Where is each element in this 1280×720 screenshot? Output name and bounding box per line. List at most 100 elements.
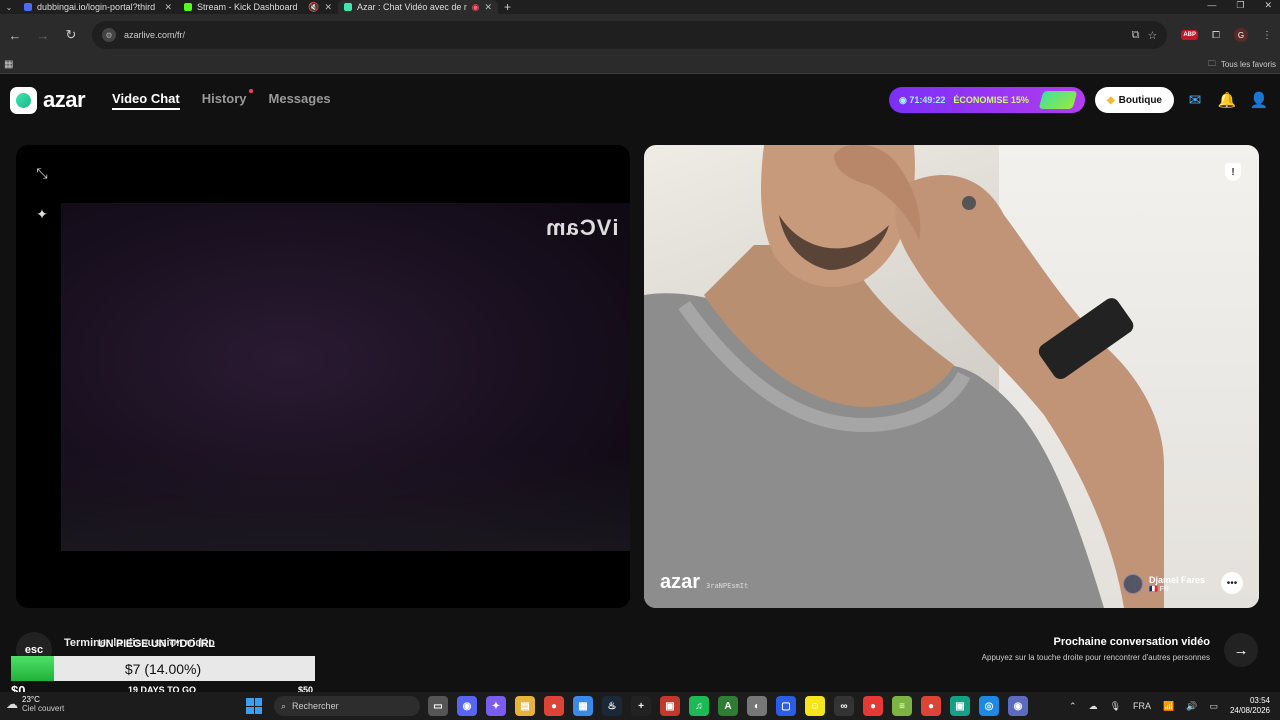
forward-icon[interactable]: → (36, 28, 50, 43)
promo-text: ÉCONOMISE 15% (953, 95, 1029, 105)
app-dark-icon[interactable]: ∞ (834, 696, 854, 716)
mail-icon[interactable]: ✉ (1184, 89, 1206, 111)
cast-icon[interactable]: ⧉ (1132, 29, 1140, 42)
language-indicator[interactable]: FRA (1133, 701, 1151, 711)
omnibox[interactable]: ⚙ azarlive.com/fr/ ⧉ ☆ (92, 21, 1168, 49)
window-controls: — ❐ ✕ (1207, 0, 1272, 11)
azar-logo[interactable]: azar (10, 86, 86, 114)
header-actions: ◉ 71:49:22 ÉCONOMISE 15% ◆ Boutique ✉ 🔔 … (888, 87, 1270, 113)
tab-favicon-icon (344, 3, 352, 11)
recording-icon: ◉ (471, 1, 480, 12)
bookmarks-bar: ▦ 🗀 Tous les favoris (0, 56, 1280, 74)
battery-icon[interactable]: ▭ (1209, 701, 1218, 712)
steam-icon[interactable]: ♨ (602, 696, 622, 716)
app-blue-3-icon[interactable]: ◉ (1008, 696, 1028, 716)
address-bar: ← → ↻ ⚙ azarlive.com/fr/ ⧉ ☆ ABP ⧠ G ⋮ (0, 14, 1280, 56)
bell-icon[interactable]: 🔔 (1216, 89, 1238, 111)
new-tab-button[interactable]: + (504, 0, 511, 14)
tab-favicon-icon (24, 3, 32, 11)
spotify-icon[interactable]: ♫ (689, 696, 709, 716)
promo-banner[interactable]: ◉ 71:49:22 ÉCONOMISE 15% (888, 87, 1085, 113)
bookmark-star-icon[interactable]: ☆ (1147, 29, 1157, 42)
task-view-icon[interactable]: ▭ (428, 696, 448, 716)
tab-kick[interactable]: Stream - Kick Dashboard 🔇 ✕ (178, 0, 338, 14)
next-chat-arrow-icon[interactable]: → (1224, 633, 1258, 667)
site-info-icon[interactable]: ⚙ (102, 28, 116, 42)
app-record-icon[interactable]: ● (863, 696, 883, 716)
promo-timer: ◉ 71:49:22 (898, 94, 946, 105)
chevron-up-icon[interactable]: ⌃ (1069, 701, 1077, 712)
start-button[interactable] (246, 698, 262, 714)
onedrive-icon[interactable]: ☁ (1089, 701, 1098, 712)
weather-widget[interactable]: ☁ 23°C Ciel couvert (6, 695, 64, 713)
collapse-icon[interactable]: ⤡ (34, 165, 50, 181)
extensions-icon[interactable]: ⧠ (1212, 30, 1220, 41)
nav-messages[interactable]: Messages (269, 91, 331, 110)
all-bookmarks[interactable]: 🗀 Tous les favoris (1208, 58, 1276, 72)
clock[interactable]: 03:54 24/08/2026 (1230, 696, 1270, 716)
app-blue-2-icon[interactable]: ◎ (979, 696, 999, 716)
app-layers-icon[interactable]: ≡ (892, 696, 912, 716)
add-app-icon[interactable]: + (631, 696, 651, 716)
browser-tab-strip: ⌄ dubbingai.io/login-portal?third ✕ Stre… (0, 0, 1280, 14)
cloud-icon: ☁ (6, 697, 18, 711)
magic-wand-icon[interactable]: ✦ (34, 206, 50, 222)
clock-time: 03:54 (1249, 696, 1270, 705)
tab-azar[interactable]: Azar : Chat Vidéo avec de n ◉ ✕ (338, 0, 498, 14)
chrome-icon[interactable]: ● (544, 696, 564, 716)
my-camera-feed: iVCam (61, 203, 630, 551)
copilot-icon[interactable]: ✦ (486, 696, 506, 716)
watermark-id: 3raNPEsmIt (706, 582, 749, 590)
snapchat-icon[interactable]: ☺ (805, 696, 825, 716)
app-teal-icon[interactable]: ▣ (950, 696, 970, 716)
folder-icon: 🗀 (1207, 58, 1216, 68)
tab-close-icon[interactable]: ✕ (164, 2, 172, 13)
app-green-icon[interactable]: A (718, 696, 738, 716)
azar-logo-icon (10, 86, 37, 114)
app-blue-icon[interactable]: ▢ (776, 696, 796, 716)
tab-favicon-icon (184, 3, 192, 11)
browser-menu-icon[interactable]: ⋮ (1262, 30, 1272, 41)
back-icon[interactable]: ← (8, 28, 22, 43)
user-profile-icon[interactable]: 👤 (1248, 89, 1270, 111)
chat-bubble-icon[interactable]: ••• (1221, 572, 1243, 594)
close-window-icon[interactable]: ✕ (1264, 0, 1272, 11)
peer-avatar (1122, 574, 1143, 594)
discord-icon[interactable]: ◉ (457, 696, 477, 716)
reload-icon[interactable]: ↻ (64, 27, 78, 43)
file-explorer-icon[interactable]: ▤ (515, 696, 535, 716)
boutique-button[interactable]: ◆ Boutique (1094, 87, 1174, 113)
app-red-icon[interactable]: ▣ (660, 696, 680, 716)
store-icon[interactable]: ▦ (573, 696, 593, 716)
profile-avatar[interactable]: G (1234, 28, 1248, 42)
boutique-label: Boutique (1118, 94, 1162, 106)
chrome-2-icon[interactable]: ● (921, 696, 941, 716)
ivcam-watermark: iVCam (544, 215, 618, 240)
donation-goal-bar: $7 (14.00%) (11, 656, 315, 681)
wifi-icon[interactable]: 📶 (1163, 701, 1174, 712)
app-grey-icon[interactable]: ◐ (747, 696, 767, 716)
watermark-logo: azar (660, 571, 701, 593)
nav-video-chat[interactable]: Video Chat (112, 91, 180, 110)
tab-close-icon[interactable]: ✕ (324, 2, 332, 13)
peer-info[interactable]: Djamel Fares 🇫🇷 FR (1122, 574, 1205, 594)
apps-grid-icon[interactable]: ▦ (4, 59, 13, 70)
tab-title: Stream - Kick Dashboard (197, 2, 298, 12)
nav-history[interactable]: History (202, 88, 253, 110)
tab-dubbingai[interactable]: dubbingai.io/login-portal?third ✕ (18, 0, 178, 14)
minimize-icon[interactable]: — (1207, 0, 1216, 11)
main-nav: Video Chat History Messages (112, 88, 331, 110)
tab-close-icon[interactable]: ✕ (484, 2, 492, 13)
taskbar-apps: ▭ ◉ ✦ ▤ ● ▦ ♨ + ▣ ♫ A ◐ ▢ ☺ ∞ ● ≡ ● ▣ ◎ ◉ (428, 696, 1028, 716)
volume-icon[interactable]: 🔊 (1186, 701, 1197, 712)
tab-title: dubbingai.io/login-portal?third (37, 2, 156, 12)
mic-icon[interactable]: 🎙 (1110, 701, 1121, 712)
adblock-extension-icon[interactable]: ABP (1181, 30, 1198, 40)
report-shield-icon[interactable]: ! (1225, 163, 1241, 181)
taskbar-search[interactable]: ⌕ Rechercher (274, 696, 420, 716)
url-field[interactable]: azarlive.com/fr/ (124, 30, 1124, 40)
tab-search-icon[interactable]: ⌄ (0, 3, 18, 12)
mute-icon[interactable]: 🔇 (308, 2, 319, 13)
maximize-icon[interactable]: ❐ (1236, 0, 1244, 11)
azar-header: azar Video Chat History Messages ◉ 71:49… (0, 75, 1280, 125)
